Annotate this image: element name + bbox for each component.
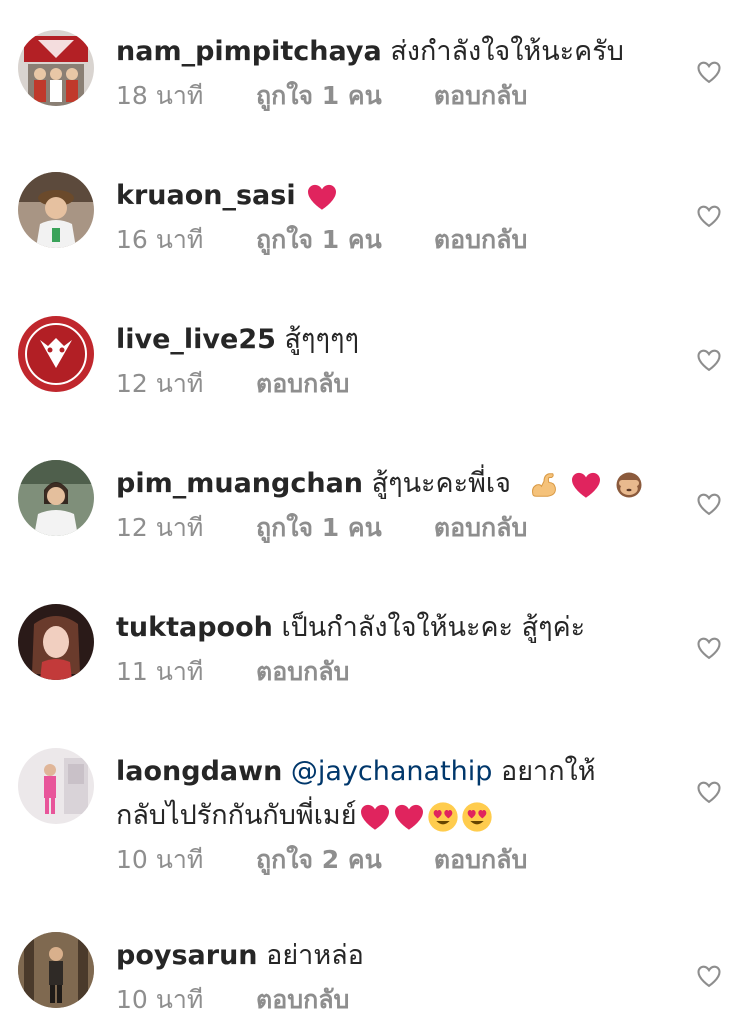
comment-time[interactable]: 10 นาที: [116, 980, 248, 1020]
red-heart-emoji: [572, 472, 601, 498]
reply-button[interactable]: ตอบกลับ: [256, 657, 349, 686]
comment-text: อยากให้: [501, 756, 596, 787]
avatar[interactable]: [18, 316, 94, 392]
comment-line: live_live25 สู้ๆๆๆๆ: [116, 318, 676, 362]
reply-button[interactable]: ตอบกลับ: [434, 81, 527, 110]
heart-outline-icon[interactable]: [695, 58, 723, 86]
reply-button[interactable]: ตอบกลับ: [434, 225, 527, 254]
comment-username[interactable]: tuktapooh: [116, 612, 273, 643]
heart-outline-icon[interactable]: [695, 962, 723, 990]
comment-content: laongdawn @jaychanathip อยากให้ กลับไปรั…: [116, 750, 676, 880]
comment-meta: 12 นาที ตอบกลับ: [116, 364, 676, 404]
comment-line: kruaon_sasi: [116, 174, 676, 218]
comment-content: tuktapooh เป็นกำลังใจให้นะคะ สู้ๆค่ะ 11 …: [116, 606, 676, 692]
comment-likes-count[interactable]: ถูกใจ 1 คน: [256, 508, 426, 548]
smiling-face-with-heart-eyes-emoji: [427, 801, 458, 832]
comment-likes-count[interactable]: ถูกใจ 2 คน: [256, 840, 426, 880]
comment-line: nam_pimpitchaya ส่งกำลังใจให้นะครับ: [116, 30, 676, 74]
avatar[interactable]: [18, 748, 94, 824]
comment-time[interactable]: 16 นาที: [116, 220, 248, 260]
comment-username[interactable]: laongdawn: [116, 756, 282, 787]
avatar[interactable]: [18, 932, 94, 1008]
comment-text: อย่าหล่อ: [266, 940, 364, 971]
comment-content: poysarun อย่าหล่อ 10 นาที ตอบกลับ: [116, 934, 676, 1020]
reply-button[interactable]: ตอบกลับ: [256, 369, 349, 398]
comment-meta: 10 นาที ถูกใจ 2 คน ตอบกลับ: [116, 840, 676, 880]
avatar[interactable]: [18, 172, 94, 248]
mention-link[interactable]: @jaychanathip: [291, 756, 493, 787]
comment-time[interactable]: 11 นาที: [116, 652, 248, 692]
comment-content: pim_muangchan สู้ๆนะคะพี่เจ 12 นาที ถูกใ…: [116, 462, 676, 548]
comment-content: nam_pimpitchaya ส่งกำลังใจให้นะครับ 18 น…: [116, 30, 676, 116]
flexed-biceps-emoji: [531, 472, 556, 497]
see-no-evil-monkey-emoji: [616, 472, 642, 497]
comment-line: tuktapooh เป็นกำลังใจให้นะคะ สู้ๆค่ะ: [116, 606, 676, 650]
comment-time[interactable]: 10 นาที: [116, 840, 248, 880]
comment-line: poysarun อย่าหล่อ: [116, 934, 676, 978]
comment-text: สู้ๆนะคะพี่เจ: [371, 468, 511, 499]
comment-text: สู้ๆๆๆๆ: [284, 324, 360, 355]
red-heart-emoji: [308, 184, 337, 210]
comment-content: live_live25 สู้ๆๆๆๆ 12 นาที ตอบกลับ: [116, 318, 676, 404]
comment-likes-count[interactable]: ถูกใจ 1 คน: [256, 76, 426, 116]
heart-outline-icon[interactable]: [695, 778, 723, 806]
comment-meta: 10 นาที ตอบกลับ: [116, 980, 676, 1020]
comment-line: laongdawn @jaychanathip อยากให้: [116, 750, 676, 794]
comment-meta: 11 นาที ตอบกลับ: [116, 652, 676, 692]
comment-line: pim_muangchan สู้ๆนะคะพี่เจ: [116, 462, 676, 506]
heart-outline-icon[interactable]: [695, 490, 723, 518]
comment-text-continued: กลับไปรักกันกับพี่เมย์: [116, 800, 357, 831]
heart-outline-icon[interactable]: [695, 346, 723, 374]
comment-meta: 12 นาที ถูกใจ 1 คน ตอบกลับ: [116, 508, 676, 548]
comment-list: nam_pimpitchaya ส่งกำลังใจให้นะครับ 18 น…: [0, 0, 741, 1024]
red-heart-emoji: [394, 804, 423, 830]
comment-content: kruaon_sasi 16 นาที ถูกใจ 1 คน ตอบกลับ: [116, 174, 676, 260]
red-heart-emoji: [360, 804, 389, 830]
comment-meta: 18 นาที ถูกใจ 1 คน ตอบกลับ: [116, 76, 676, 116]
comment-time[interactable]: 12 นาที: [116, 508, 248, 548]
smiling-face-with-heart-eyes-emoji: [461, 801, 492, 832]
reply-button[interactable]: ตอบกลับ: [256, 985, 349, 1014]
comment-meta: 16 นาที ถูกใจ 1 คน ตอบกลับ: [116, 220, 676, 260]
comment-username[interactable]: kruaon_sasi: [116, 180, 296, 211]
avatar[interactable]: [18, 604, 94, 680]
avatar[interactable]: [18, 30, 94, 106]
comment-username[interactable]: poysarun: [116, 940, 258, 971]
reply-button[interactable]: ตอบกลับ: [434, 845, 527, 874]
reply-button[interactable]: ตอบกลับ: [434, 513, 527, 542]
comment-username[interactable]: nam_pimpitchaya: [116, 36, 382, 67]
heart-outline-icon[interactable]: [695, 202, 723, 230]
comment-username[interactable]: pim_muangchan: [116, 468, 363, 499]
comment-likes-count[interactable]: ถูกใจ 1 คน: [256, 220, 426, 260]
heart-outline-icon[interactable]: [695, 634, 723, 662]
comment-username[interactable]: live_live25: [116, 324, 276, 355]
comment-time[interactable]: 18 นาที: [116, 76, 248, 116]
comment-text: ส่งกำลังใจให้นะครับ: [390, 36, 624, 67]
comment-text: เป็นกำลังใจให้นะคะ สู้ๆค่ะ: [281, 612, 586, 643]
comment-time[interactable]: 12 นาที: [116, 364, 248, 404]
comment-line: กลับไปรักกันกับพี่เมย์: [116, 794, 676, 838]
avatar[interactable]: [18, 460, 94, 536]
